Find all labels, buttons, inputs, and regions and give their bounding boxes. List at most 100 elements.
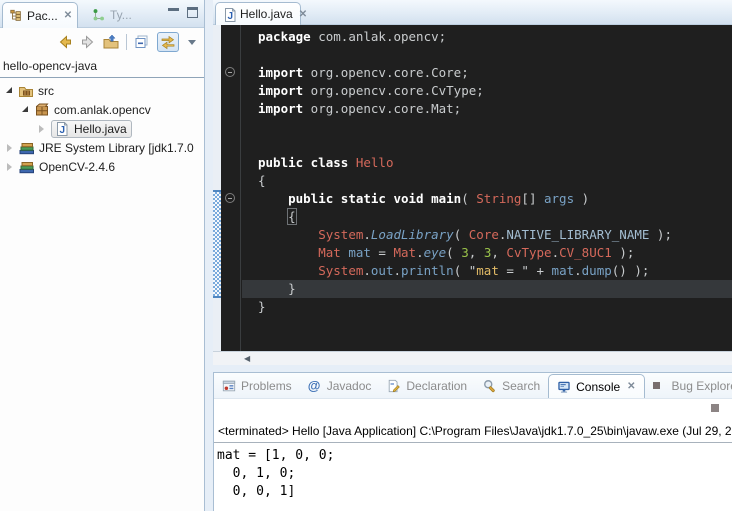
- tree-item-hello-java[interactable]: J Hello.java: [0, 119, 204, 138]
- folding-ruler: [221, 25, 241, 351]
- editor-body: package com.anlak.opencv; import org.open…: [213, 25, 732, 351]
- tab-javadoc[interactable]: @ Javadoc: [300, 373, 380, 398]
- library-icon: [19, 159, 35, 175]
- tree-item-label: OpenCV-2.4.6: [39, 160, 115, 174]
- tab-console[interactable]: Console ✕: [548, 374, 644, 398]
- forward-icon: [80, 34, 96, 50]
- fold-collapse-icon[interactable]: [225, 193, 235, 203]
- console-view: Problems @ Javadoc Declaration Search Console…: [213, 372, 732, 511]
- collapsed-arrow-icon[interactable]: [7, 163, 12, 171]
- code-line: import org.opencv.core.CvType;: [242, 82, 732, 100]
- library-icon: [19, 140, 35, 156]
- view-window-buttons: [168, 7, 198, 19]
- tab-bug-explorer[interactable]: Bug Explorer: [645, 373, 732, 398]
- forward-button[interactable]: [80, 34, 96, 50]
- console-status-line: <terminated> Hello [Java Application] C:…: [214, 421, 732, 443]
- tab-label: Console: [576, 380, 620, 394]
- code-line: [242, 334, 732, 351]
- tab-type-hierarchy[interactable]: Ty...: [86, 2, 138, 27]
- bug-icon: [653, 382, 660, 389]
- code-line: [242, 118, 732, 136]
- javadoc-icon: @: [308, 379, 321, 393]
- tab-label: Problems: [241, 379, 292, 393]
- console-icon: [557, 380, 571, 394]
- maximize-icon[interactable]: [187, 7, 198, 18]
- tab-label: Search: [502, 379, 540, 393]
- package-explorer-tree: src com.anlak.opencv J Hello.java JRE System…: [0, 78, 204, 176]
- tree-item-label: com.anlak.opencv: [54, 103, 151, 117]
- back-button[interactable]: [57, 34, 73, 50]
- java-file-icon: J: [222, 7, 238, 23]
- code-line: System.out.println( "mat = " + mat.dump(…: [242, 262, 732, 280]
- left-tabstrip: Pac... ✕ Ty...: [0, 0, 204, 28]
- problems-icon: [222, 379, 236, 393]
- toolbar-separator: [126, 34, 127, 50]
- tree-item-jre-system-library-jdk1-7-0[interactable]: JRE System Library [jdk1.7.0: [0, 138, 204, 157]
- editor-tab-hello-java[interactable]: J Hello.java ✕: [215, 2, 301, 25]
- code-line: [242, 46, 732, 64]
- scroll-left-icon[interactable]: ◀: [213, 354, 250, 363]
- tree-item-com-anlak-opencv[interactable]: com.anlak.opencv: [0, 100, 204, 119]
- console-output-line: mat = [1, 0, 0;: [217, 447, 732, 465]
- tree-item-label: JRE System Library [jdk1.7.0: [39, 141, 194, 155]
- code-line: import org.opencv.core.Mat;: [242, 100, 732, 118]
- package-folder-icon: [18, 83, 34, 99]
- tree-item-label: Hello.java: [74, 122, 127, 136]
- view-menu-button[interactable]: [186, 40, 196, 45]
- code-line: package com.anlak.opencv;: [242, 28, 732, 46]
- code-line: import org.opencv.core.Core;: [242, 64, 732, 82]
- code-line: [242, 316, 732, 334]
- editor-tabstrip: J Hello.java ✕: [213, 0, 732, 25]
- bottom-tabstrip: Problems @ Javadoc Declaration Search Console…: [214, 373, 732, 399]
- tree-item-src[interactable]: src: [0, 81, 204, 100]
- collapse-all-button[interactable]: [134, 34, 150, 50]
- expanded-arrow-icon[interactable]: [22, 106, 28, 112]
- console-output[interactable]: mat = [1, 0, 0; 0, 1, 0; 0, 0, 1]: [214, 443, 732, 501]
- annotation-ruler[interactable]: [213, 25, 221, 351]
- tree-item-opencv-2-4-6[interactable]: OpenCV-2.4.6: [0, 157, 204, 176]
- horizontal-scrollbar[interactable]: ◀: [213, 351, 732, 365]
- svg-text:J: J: [60, 125, 66, 136]
- java-file-icon: J: [54, 121, 70, 137]
- code-line-current: }: [242, 280, 732, 298]
- code-line: {: [242, 172, 732, 190]
- editor-tab-label: Hello.java: [240, 7, 293, 21]
- collapsed-arrow-icon[interactable]: [7, 144, 12, 152]
- type-hierarchy-icon: [92, 8, 106, 22]
- fold-collapse-icon[interactable]: [225, 67, 235, 77]
- range-indicator: [213, 190, 221, 298]
- pkg-explorer-icon: [9, 9, 23, 23]
- tab-label: Javadoc: [327, 379, 372, 393]
- selected-tree-item: J Hello.java: [51, 120, 132, 138]
- close-icon[interactable]: ✕: [297, 9, 307, 20]
- package-explorer-toolbar: [0, 28, 204, 56]
- tab-problems[interactable]: Problems: [214, 373, 300, 398]
- code-line: System.LoadLibrary( Core.NATIVE_LIBRARY_…: [242, 226, 732, 244]
- console-output-line: 0, 1, 0;: [217, 465, 732, 483]
- close-icon[interactable]: ✕: [625, 381, 635, 392]
- tab-label: Declaration: [406, 379, 467, 393]
- code-line: }: [242, 298, 732, 316]
- expanded-arrow-icon[interactable]: [6, 87, 12, 93]
- tab-package-explorer[interactable]: Pac... ✕: [2, 2, 78, 28]
- view-menu-icon: [188, 40, 196, 45]
- tab-declaration[interactable]: Declaration: [379, 373, 475, 398]
- search-icon: [483, 379, 497, 393]
- collapsed-arrow-icon[interactable]: [39, 125, 44, 133]
- link-with-editor-button[interactable]: [157, 32, 179, 52]
- code-editor[interactable]: package com.anlak.opencv; import org.open…: [242, 25, 732, 351]
- console-output-line: 0, 0, 1]: [217, 483, 732, 501]
- minimize-icon[interactable]: [168, 8, 179, 19]
- console-toolbar-row: [214, 399, 732, 421]
- tab-search[interactable]: Search: [475, 373, 548, 398]
- link-with-editor-icon: [160, 34, 176, 50]
- console-toolbar-button-partial[interactable]: [711, 404, 719, 412]
- package-explorer-view: Pac... ✕ Ty... hello-opencv-java src com.…: [0, 0, 205, 511]
- project-root-label[interactable]: hello-opencv-java: [0, 56, 204, 78]
- code-line: public static void main( String[] args ): [242, 190, 732, 208]
- declaration-icon: [387, 379, 401, 393]
- close-icon[interactable]: ✕: [62, 10, 72, 21]
- up-button[interactable]: [103, 34, 119, 50]
- tab-type-hierarchy-label: Ty...: [110, 8, 132, 22]
- svg-text:J: J: [228, 11, 234, 22]
